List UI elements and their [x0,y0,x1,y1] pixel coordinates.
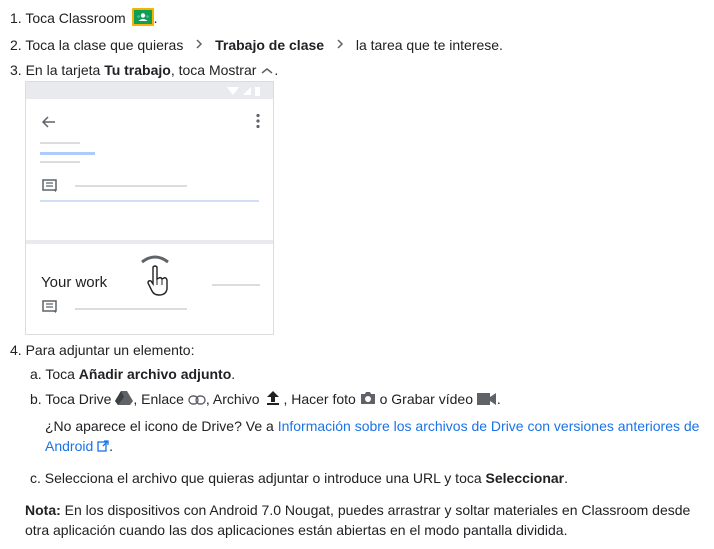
link-icon [188,390,206,410]
step-2: 2. Toca la clase que quieras Trabajo de … [10,35,503,55]
step-text: Toca Classroom [25,10,126,27]
step-4b: b. Toca Drive , Enlace , Archivo , Hacer… [30,389,501,411]
step-4: 4. Para adjuntar un elemento: [10,342,195,358]
drive-note: ¿No aparece el icono de Drive? Ve a Info… [45,418,700,434]
step-3: 3. En la tarjeta Tu trabajo, toca Mostra… [10,60,278,81]
chevron-right-icon [328,35,352,55]
chevron-up-icon [141,255,169,264]
drive-icon [115,390,134,411]
upload-icon [265,390,281,411]
more-vert-icon [256,113,260,129]
videocam-icon [476,390,497,410]
your-work-label: Your work [41,274,108,291]
step-1: 1. Toca Classroom . [10,8,157,31]
chevron-right-icon [187,35,211,55]
divider [26,240,273,244]
hand-pointer-icon [147,265,168,296]
step-4a: a. Toca Añadir archivo adjunto. [30,366,236,382]
class-tab-label: Trabajo de clase [215,37,325,53]
step-number: 1. [10,10,22,27]
back-arrow-icon [41,116,55,128]
status-bar [26,82,273,99]
phone-illustration: Your work [25,81,274,335]
drive-info-link[interactable]: Información sobre los archivos de Drive … [278,418,700,434]
camera-icon [360,390,376,410]
comment-icon [42,179,57,192]
classroom-icon [131,8,154,31]
note-paragraph: Nota: En los dispositivos con Android 7.… [25,502,691,518]
drive-note-line2: Android . [45,436,113,457]
comment-icon [42,300,57,313]
note-paragraph-line2: otra aplicación cuando las dos aplicacio… [25,522,568,538]
drive-info-link-cont[interactable]: Android [45,438,93,454]
chevron-up-icon [260,61,274,81]
note-label: Nota: [25,502,61,518]
step-4c: c. Selecciona el archivo que quieras adj… [30,470,569,486]
external-link-icon[interactable] [97,437,109,457]
